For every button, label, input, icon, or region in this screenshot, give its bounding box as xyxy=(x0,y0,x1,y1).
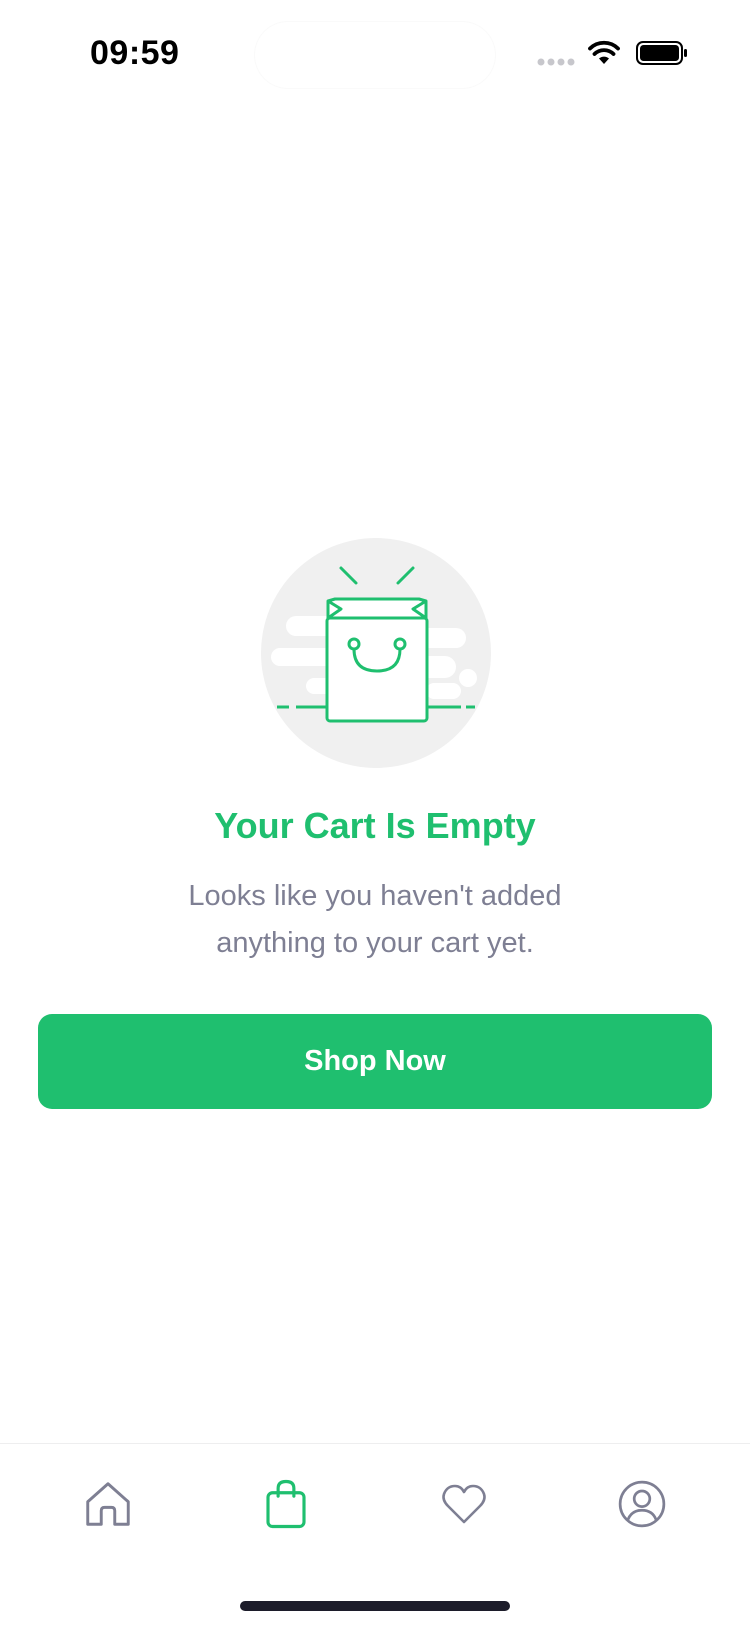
shop-now-button[interactable]: Shop Now xyxy=(38,1014,712,1109)
user-icon xyxy=(618,1480,666,1528)
battery-icon xyxy=(636,41,687,65)
tab-wishlist[interactable] xyxy=(434,1474,494,1534)
tab-profile[interactable] xyxy=(612,1474,672,1534)
dynamic-island xyxy=(255,22,495,88)
status-time: 09:59 xyxy=(90,34,180,72)
heart-icon xyxy=(442,1484,486,1524)
tab-cart[interactable] xyxy=(256,1474,316,1534)
shopping-bag-illustration xyxy=(261,538,491,768)
cellular-signal-icon xyxy=(537,58,575,66)
empty-cart-subtitle: Looks like you haven't added anything to… xyxy=(188,880,562,959)
tab-home[interactable] xyxy=(78,1474,138,1534)
empty-cart-title: Your Cart Is Empty xyxy=(214,805,536,846)
status-bar: 09:59 xyxy=(0,0,750,110)
home-indicator[interactable] xyxy=(240,1601,510,1611)
bottom-tab-bar xyxy=(0,1443,750,1625)
wifi-icon xyxy=(588,40,620,64)
shopping-bag-icon xyxy=(266,1479,306,1529)
home-icon xyxy=(86,1482,130,1526)
